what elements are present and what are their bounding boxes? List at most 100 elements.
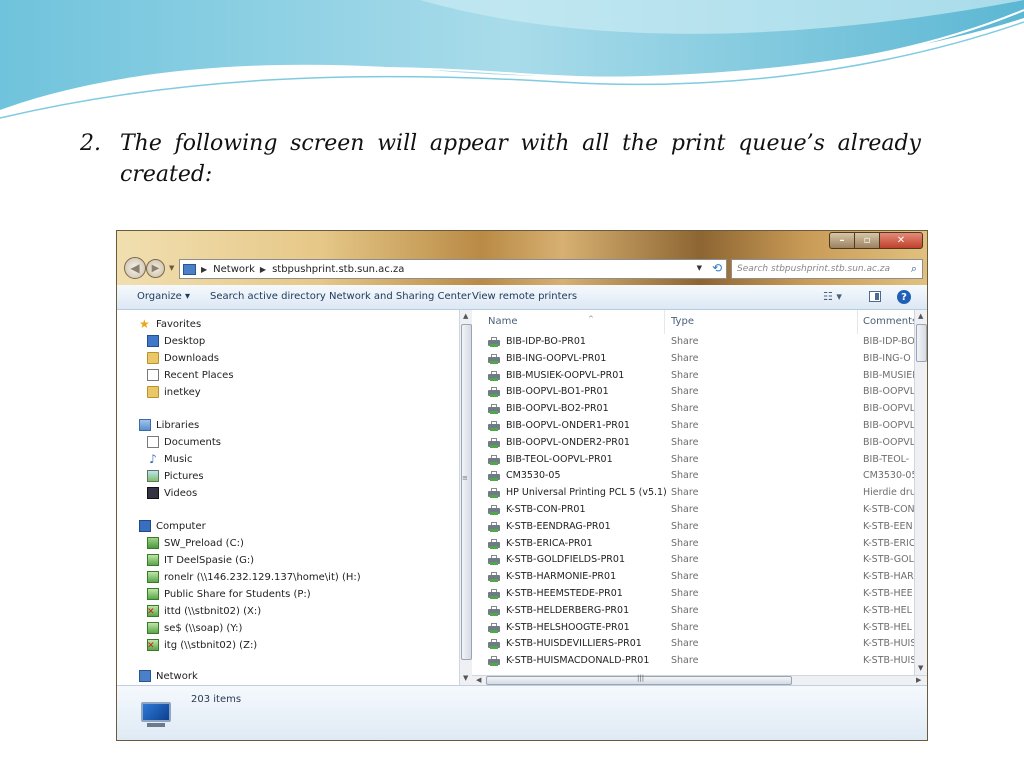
scroll-left-icon[interactable]: ◀	[476, 676, 481, 684]
recent-pages-dropdown[interactable]: ▼	[169, 264, 174, 272]
nav-network[interactable]: Network	[139, 668, 198, 684]
printer-name: BIB-OOPVL-ONDER2-PR01	[506, 436, 630, 448]
network-sharing-center-button[interactable]: Network and Sharing Center	[329, 291, 471, 302]
nav-item-label: inetkey	[164, 386, 201, 398]
nav-item-drive-c[interactable]: SW_Preload (C:)	[147, 535, 244, 551]
breadcrumb-server[interactable]: stbpushprint.stb.sun.ac.za	[272, 264, 404, 275]
nav-item-drive-y[interactable]: se$ (\\soap) (Y:)	[147, 620, 242, 636]
printer-comment: BIB-MUSIEK	[863, 369, 914, 381]
nav-computer[interactable]: Computer	[139, 518, 206, 534]
maximize-button[interactable]: ▫	[854, 232, 879, 249]
scrollbar-thumb[interactable]	[916, 324, 927, 362]
table-row[interactable]: BIB-OOPVL-ONDER2-PR01 Share BIB-OOPVL	[472, 435, 914, 451]
table-row[interactable]: K-STB-EENDRAG-PR01 Share K-STB-EEN	[472, 519, 914, 535]
printer-type: Share	[671, 537, 699, 549]
printer-icon	[488, 505, 500, 515]
help-icon[interactable]: ?	[897, 290, 911, 304]
table-row[interactable]: K-STB-HEEMSTEDE-PR01 Share K-STB-HEE	[472, 586, 914, 602]
table-row[interactable]: K-STB-CON-PR01 Share K-STB-CON	[472, 502, 914, 518]
nav-favorites[interactable]: ★ Favorites	[139, 316, 201, 332]
disconnected-drive-icon	[147, 639, 159, 651]
column-header-type[interactable]: Type	[671, 316, 694, 327]
table-row[interactable]: K-STB-ERICA-PR01 Share K-STB-ERIC	[472, 536, 914, 552]
table-row[interactable]: BIB-IDP-BO-PR01 Share BIB-IDP-BO	[472, 334, 914, 350]
search-icon[interactable]: ⌕	[911, 262, 917, 276]
address-history-dropdown-icon[interactable]: ▼	[697, 264, 702, 272]
printer-type: Share	[671, 403, 699, 415]
printer-name: K-STB-HELSHOOGTE-PR01	[506, 621, 630, 633]
scroll-down-icon[interactable]: ▼	[918, 664, 923, 672]
scroll-down-icon[interactable]: ▼	[463, 674, 468, 682]
table-row[interactable]: K-STB-HUISDEVILLIERS-PR01 Share K-STB-HUIS	[472, 636, 914, 652]
nav-item-drive-z[interactable]: itg (\\stbnit02) (Z:)	[147, 637, 257, 653]
scroll-up-icon[interactable]: ▲	[918, 312, 923, 320]
table-row[interactable]: CM3530-05 Share CM3530-05	[472, 468, 914, 484]
table-row[interactable]: BIB-OOPVL-ONDER1-PR01 Share BIB-OOPVL	[472, 418, 914, 434]
details-pane: 203 items	[117, 685, 927, 740]
printer-comment: BIB-OOPVL	[863, 386, 914, 398]
scrollbar-thumb[interactable]	[461, 324, 472, 660]
table-row[interactable]: K-STB-HELDERBERG-PR01 Share K-STB-HEL	[472, 603, 914, 619]
table-row[interactable]: BIB-OOPVL-BO2-PR01 Share BIB-OOPVL	[472, 401, 914, 417]
table-row[interactable]: BIB-MUSIEK-OOPVL-PR01 Share BIB-MUSIEK	[472, 368, 914, 384]
list-horizontal-scrollbar[interactable]: ◀ ||| ▶	[472, 674, 927, 685]
nav-item-pictures[interactable]: Pictures	[147, 468, 204, 484]
table-row[interactable]: K-STB-GOLDFIELDS-PR01 Share K-STB-GOL	[472, 552, 914, 568]
nav-item-documents[interactable]: Documents	[147, 434, 221, 450]
nav-item-label: Public Share for Students (P:)	[164, 588, 311, 600]
navigation-scrollbar[interactable]: ▲ ≡ ▼	[459, 310, 472, 685]
preview-pane-icon[interactable]	[869, 291, 881, 302]
scroll-right-icon[interactable]: ▶	[916, 676, 921, 684]
list-vertical-scrollbar[interactable]: ▲ ▼	[914, 310, 927, 675]
table-row[interactable]: BIB-OOPVL-BO1-PR01 Share BIB-OOPVL	[472, 384, 914, 400]
column-header-comments[interactable]: Comments	[863, 316, 914, 327]
nav-item-label: Documents	[164, 436, 222, 448]
breadcrumb-network[interactable]: Network	[213, 264, 255, 275]
breadcrumb-separator-icon[interactable]: ▶	[260, 265, 266, 274]
network-drive-icon	[147, 554, 159, 566]
nav-item-recent-places[interactable]: Recent Places	[147, 367, 234, 383]
change-view-icon[interactable]: ☷ ▾	[823, 290, 842, 303]
table-row[interactable]: HP Universal Printing PCL 5 (v5.1) Share H…	[472, 485, 914, 501]
nav-item-label: Videos	[164, 487, 198, 499]
nav-item-downloads[interactable]: Downloads	[147, 350, 219, 366]
nav-item-inetkey[interactable]: inetkey	[147, 384, 201, 400]
nav-item-drive-p[interactable]: Public Share for Students (P:)	[147, 586, 311, 602]
nav-libraries[interactable]: Libraries	[139, 417, 199, 433]
printer-name: K-STB-HELDERBERG-PR01	[506, 604, 630, 616]
nav-item-drive-h[interactable]: ronelr (\\146.232.129.137\home\it) (H:)	[147, 569, 361, 585]
search-active-directory-button[interactable]: Search active directory	[210, 291, 326, 302]
table-row[interactable]: K-STB-HELSHOOGTE-PR01 Share K-STB-HEL	[472, 620, 914, 636]
organize-button[interactable]: Organize ▾	[137, 291, 190, 302]
pictures-icon	[147, 470, 159, 482]
forward-button[interactable]: ▶	[146, 259, 165, 278]
scroll-up-icon[interactable]: ▲	[463, 312, 468, 320]
nav-item-music[interactable]: ♪ Music	[147, 451, 192, 467]
column-divider[interactable]	[857, 310, 858, 334]
address-bar[interactable]: ▶ Network ▶ stbpushprint.stb.sun.ac.za ▼…	[179, 259, 727, 279]
folder-icon	[147, 386, 159, 398]
table-row[interactable]: BIB-ING-OOPVL-PR01 Share BIB-ING-O	[472, 351, 914, 367]
table-row[interactable]: K-STB-HARMONIE-PR01 Share K-STB-HAR	[472, 569, 914, 585]
printer-comment: K-STB-EEN	[863, 520, 913, 532]
table-row[interactable]: BIB-TEOL-OOPVL-PR01 Share BIB-TEOL-	[472, 452, 914, 468]
search-input[interactable]: Search stbpushprint.stb.sun.ac.za ⌕	[731, 259, 923, 279]
scrollbar-thumb[interactable]: |||	[486, 674, 792, 685]
close-button[interactable]: ✕	[879, 232, 923, 249]
back-button[interactable]: ◀	[124, 257, 146, 279]
view-remote-printers-button[interactable]: View remote printers	[472, 291, 577, 302]
nav-item-drive-x[interactable]: ittd (\\stbnit02) (X:)	[147, 603, 261, 619]
printer-name: K-STB-HEEMSTEDE-PR01	[506, 588, 623, 599]
breadcrumb-separator-icon[interactable]: ▶	[201, 265, 207, 274]
network-icon	[183, 263, 196, 275]
navigation-pane: ★ Favorites Desktop Downloads Recent Pla…	[117, 310, 459, 685]
refresh-icon[interactable]: ⟲	[712, 261, 722, 275]
nav-item-drive-g[interactable]: IT DeelSpasie (G:)	[147, 552, 254, 568]
table-row[interactable]: K-STB-HUISMACDONALD-PR01 Share K-STB-HUIS	[472, 653, 914, 669]
minimize-button[interactable]: –	[829, 232, 854, 249]
column-divider[interactable]	[664, 310, 665, 334]
nav-item-videos[interactable]: Videos	[147, 485, 197, 501]
printer-type: Share	[671, 588, 699, 599]
column-header-name[interactable]: Name ^	[488, 315, 594, 327]
nav-item-desktop[interactable]: Desktop	[147, 333, 205, 349]
